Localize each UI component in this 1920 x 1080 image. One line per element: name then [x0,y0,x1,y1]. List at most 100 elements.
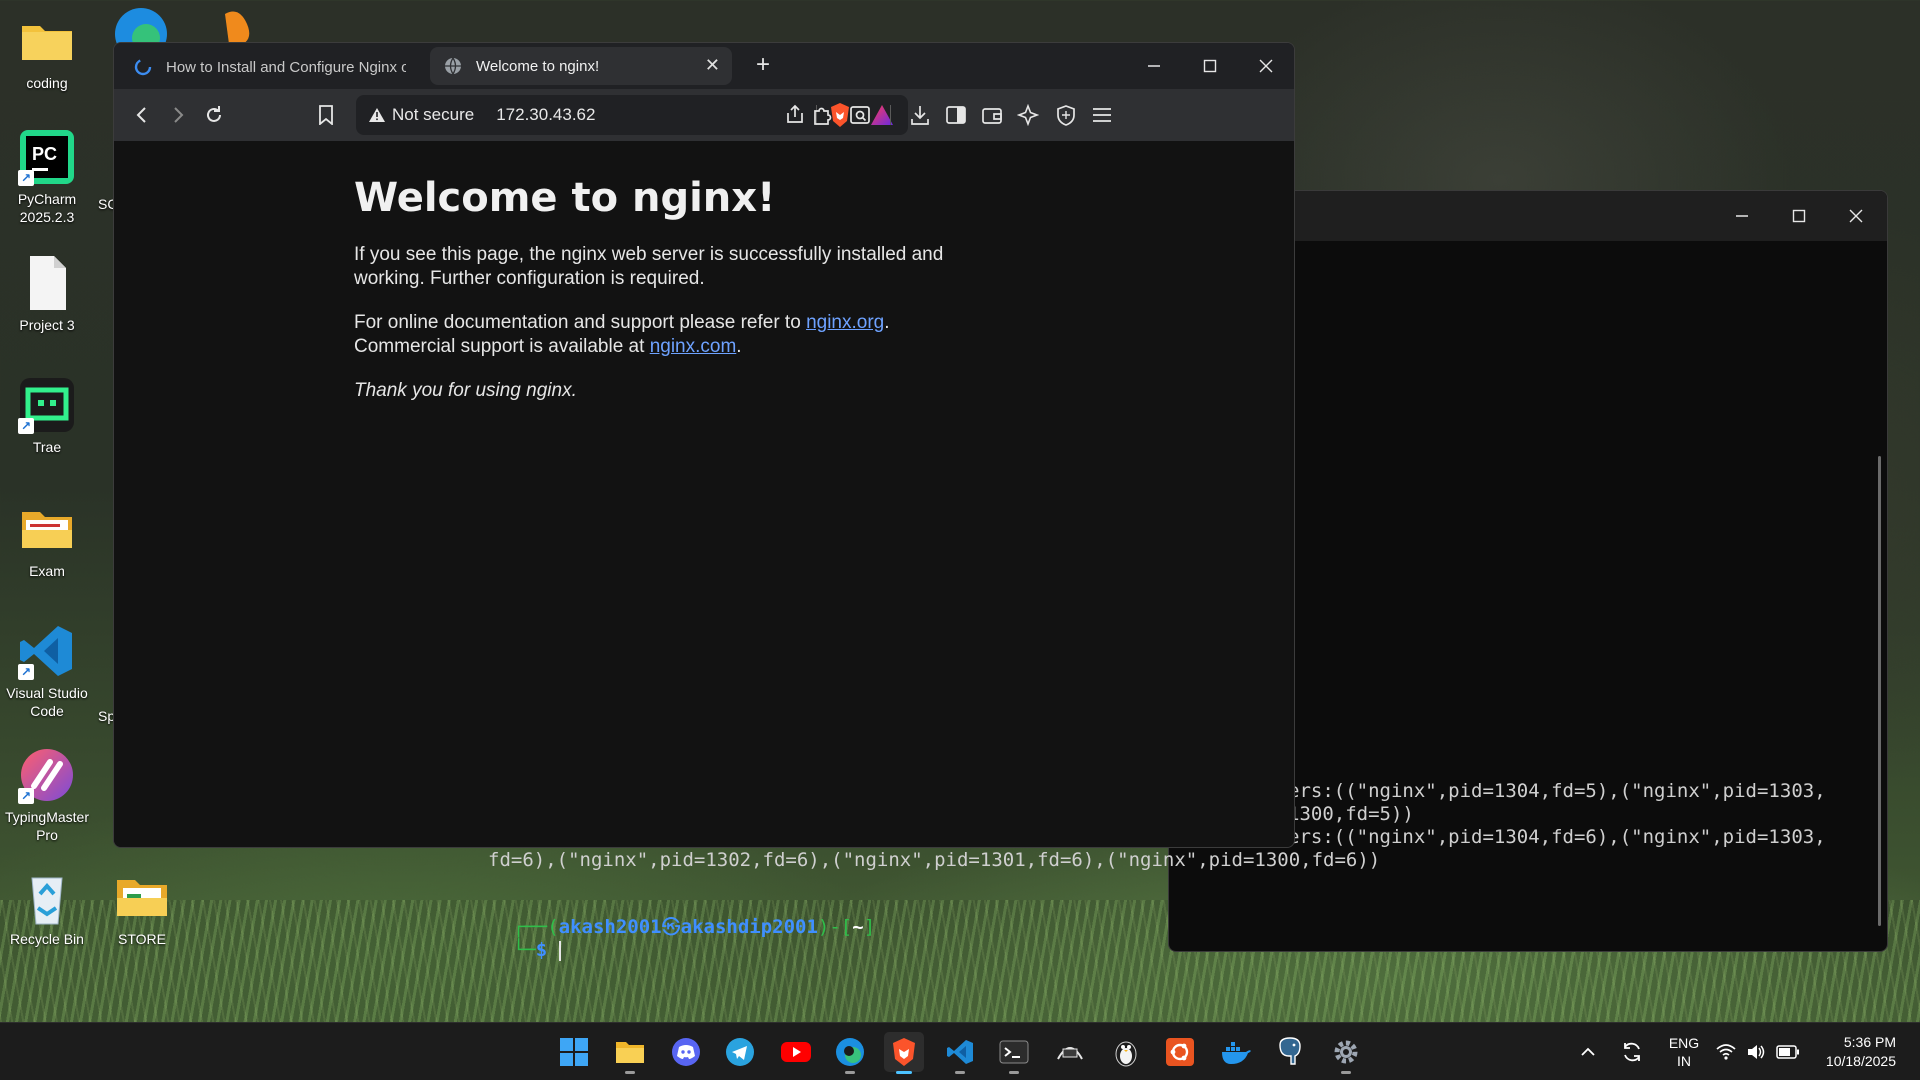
new-tab-button[interactable]: + [746,49,780,83]
clock[interactable]: 5:36 PM 10/18/2025 [1812,1023,1896,1080]
downloads-button[interactable] [904,99,936,131]
edge-desktop-icon[interactable] [110,4,172,60]
taskbar-wsl[interactable] [1050,1032,1090,1072]
tab-strip[interactable]: How to Install and Configure Nginx o Wel… [114,43,1294,89]
prompt-user: akash2001 [558,916,662,938]
support-paragraph: For online documentation and support ple… [354,311,1014,359]
reload-button[interactable] [198,99,230,131]
shortcut-arrow-icon: ↗ [18,788,34,804]
desktop-icon-recycle-bin[interactable]: Recycle Bin [3,868,91,948]
text-cursor [558,940,561,961]
close-button[interactable] [1238,43,1294,89]
folder-icon [616,1042,644,1063]
url-text[interactable]: 172.30.43.62 [496,105,595,125]
desktop-icon-project3[interactable]: Project 3 [3,254,91,334]
sidebar-button[interactable] [940,99,972,131]
taskbar-file-explorer[interactable] [610,1032,650,1074]
taskbar-docker[interactable] [1216,1032,1256,1072]
prompt-host: akashdip2001 [680,916,818,938]
running-indicator [845,1071,855,1074]
close-icon [1849,209,1862,223]
tab-welcome-nginx[interactable]: Welcome to nginx! ✕ [430,47,732,85]
extensions-button[interactable] [806,99,838,131]
wallet-button[interactable] [976,99,1008,131]
folder-icon [113,868,171,926]
browser-window[interactable]: How to Install and Configure Nginx o Wel… [113,42,1295,848]
bookmark-icon [319,105,333,125]
taskbar-penguin[interactable] [1106,1032,1146,1072]
desktop-icon-typingmaster[interactable]: ↗ TypingMaster Pro [3,746,91,844]
minimize-button[interactable] [1126,43,1182,89]
taskbar-postgresql[interactable] [1270,1032,1310,1072]
taskbar-ubuntu[interactable] [1160,1032,1200,1072]
desktop-icon-coding[interactable]: coding [3,12,91,92]
prompt-symbol: $ [535,939,548,961]
share-button[interactable] [784,103,806,130]
vscode-icon: ↗ [18,622,76,680]
wifi-icon [1716,1044,1736,1060]
tab-close-button[interactable]: ✕ [705,55,720,76]
terminal-scrollbar[interactable] [1878,456,1881,926]
desktop-icon-exam[interactable]: Exam [3,500,91,580]
taskbar-edge[interactable] [830,1032,870,1074]
back-button[interactable] [126,99,158,131]
language-indicator[interactable]: ENG IN [1664,1023,1704,1080]
bookmark-button[interactable] [310,99,342,131]
taskbar-youtube[interactable] [776,1032,816,1072]
discord-icon [672,1038,700,1066]
desktop-icon-label: Visual Studio Code [6,685,88,719]
forward-arrow-icon [174,107,184,123]
app-desktop-icon[interactable] [215,4,265,45]
warning-icon [369,108,385,122]
taskbar-settings[interactable] [1326,1032,1366,1074]
leo-ai-button[interactable] [1012,99,1044,131]
forward-button[interactable] [162,99,194,131]
tab-nginx-guide[interactable]: How to Install and Configure Nginx o [120,48,422,86]
running-indicator [1341,1071,1351,1074]
desktop-icon-label: PyCharm 2025.2.3 [17,191,77,225]
desktop-icon-label: Project 3 [19,317,75,333]
quick-settings-button[interactable] [1716,1023,1800,1080]
start-button[interactable] [554,1032,594,1072]
penguin-icon [1115,1041,1137,1067]
desktop-icon-label: Trae [32,439,62,455]
desktop-icon-trae[interactable]: ↗ Trae [3,376,91,456]
brave-icon [893,1038,915,1066]
close-icon [1259,59,1273,73]
taskbar-terminal[interactable] [994,1032,1034,1074]
youtube-icon [781,1042,811,1062]
wallet-icon [982,108,1002,124]
maximize-button[interactable] [1182,43,1238,89]
nginx-org-link[interactable]: nginx.org [806,312,884,333]
show-hidden-icons-button[interactable] [1580,1023,1596,1080]
share-icon [787,104,803,123]
desktop-icon-vscode[interactable]: ↗ Visual Studio Code [3,622,91,720]
maximize-button[interactable] [1770,191,1827,241]
sync-status-button[interactable] [1620,1023,1644,1080]
nginx-com-link[interactable]: nginx.com [650,336,737,357]
menu-button[interactable] [1086,99,1118,131]
taskbar-discord[interactable] [666,1032,706,1072]
desktop-icon-pycharm[interactable]: PC ↗ PyCharm 2025.2.3 [3,128,91,226]
tab-title: Welcome to nginx! [476,57,600,75]
close-button[interactable] [1827,191,1884,241]
desktop-icon-store[interactable]: STORE [98,868,186,948]
reader-mode-button[interactable] [844,99,876,131]
running-indicator [896,1071,912,1074]
terminal-input-line[interactable]: └─$ [490,916,561,962]
minimize-button[interactable] [1713,191,1770,241]
folder-icon [18,12,76,70]
desktop-icon-label: Exam [29,563,65,579]
back-arrow-icon [136,107,146,123]
download-icon [911,106,929,125]
security-indicator[interactable]: Not secure [368,105,474,125]
taskbar-brave[interactable] [884,1032,924,1074]
page-content: Welcome to nginx! If you see this page, … [114,141,1294,847]
tab-title: How to Install and Configure Nginx o [166,58,406,76]
recycle-bin-icon [18,868,76,926]
terminal-output-line: 1300,fd=5)) [1288,803,1414,825]
taskbar-vscode[interactable] [940,1032,980,1074]
terminal-icon [999,1040,1029,1064]
taskbar-telegram[interactable] [720,1032,760,1072]
vpn-button[interactable] [1050,99,1082,131]
